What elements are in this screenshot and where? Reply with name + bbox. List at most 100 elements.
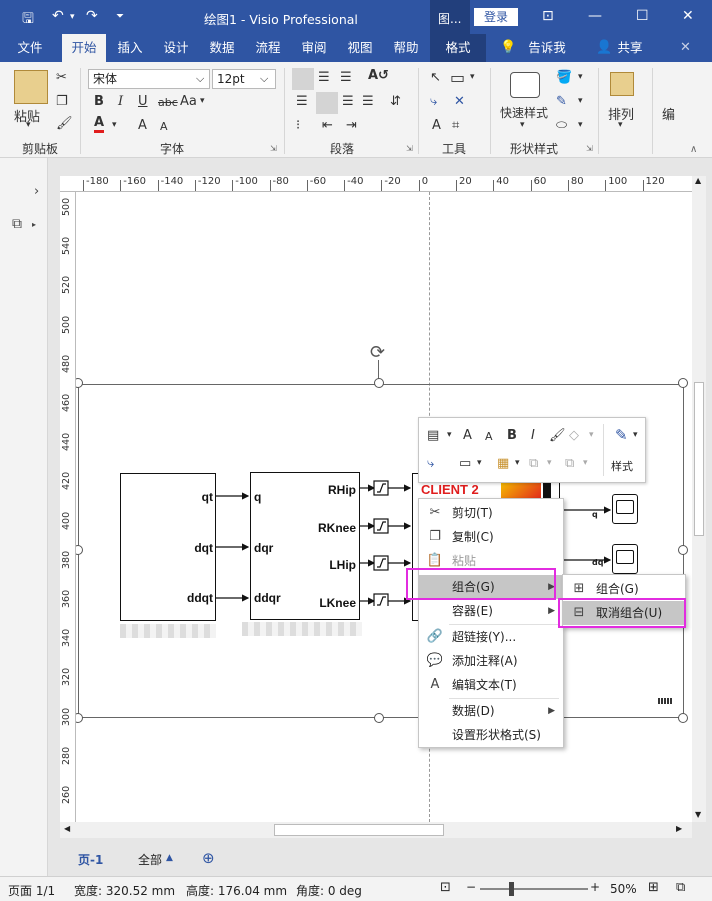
customize-quick-access-icon[interactable]: ⏷ — [116, 11, 124, 22]
controller-block[interactable]: q dqr ddqr RHip RKnee LHip LKnee — [250, 472, 360, 620]
font-name-dropdown-icon[interactable]: ⌵ — [196, 72, 204, 86]
presentation-mode-icon[interactable]: ⊡ — [440, 880, 451, 895]
text-block-dropdown-icon[interactable]: ▾ — [447, 430, 452, 440]
align-center-icon[interactable] — [316, 92, 338, 114]
horizontal-scrollbar[interactable]: ◀ ▶ — [60, 822, 692, 838]
quick-styles-dropdown-icon[interactable]: ▾ — [520, 120, 525, 130]
shapes-expand-icon[interactable]: ▸ — [32, 220, 36, 229]
font-size-dropdown-icon[interactable]: ⌵ — [260, 72, 268, 86]
crop-tool-icon[interactable]: ⌗ — [452, 118, 459, 133]
paragraph-dialog-launcher-icon[interactable]: ⇲ — [406, 144, 413, 153]
fill-icon[interactable]: 🪣 — [556, 70, 572, 85]
vertical-scrollbar[interactable]: ▲ ▼ — [692, 176, 706, 822]
italic-icon[interactable]: I — [531, 428, 535, 443]
resize-handle-br[interactable] — [678, 713, 688, 723]
all-pages-button[interactable]: 全部 — [138, 851, 162, 868]
strikethrough-button[interactable]: abc — [158, 96, 178, 109]
font-color-button[interactable]: A — [94, 116, 105, 133]
change-case-button[interactable]: Aa — [180, 94, 197, 109]
copy-icon[interactable]: ❐ — [56, 94, 68, 109]
shape-styles-dialog-launcher-icon[interactable]: ⇲ — [586, 144, 593, 153]
ribbon-display-options-icon[interactable]: ⊡ — [542, 8, 554, 24]
text-direction-icon[interactable]: A↺ — [368, 68, 389, 83]
position-dropdown-icon[interactable]: ▾ — [515, 458, 520, 468]
tab-view[interactable]: 视图 — [338, 34, 382, 62]
resize-handle-tr[interactable] — [678, 378, 688, 388]
redo-icon[interactable]: ↷ — [86, 8, 98, 24]
all-pages-dropdown-icon[interactable]: ▲ — [166, 853, 173, 863]
add-page-icon[interactable]: ⊕ — [202, 849, 215, 867]
cut-icon[interactable]: ✂ — [56, 70, 67, 85]
context-menu-item[interactable]: 设置形状格式(S) — [419, 723, 563, 747]
switch-windows-icon[interactable]: ⧉ — [676, 880, 685, 895]
font-dialog-launcher-icon[interactable]: ⇲ — [270, 144, 277, 153]
grow-font-button[interactable]: A — [138, 118, 147, 133]
quick-styles-button[interactable]: 快速样式 — [500, 104, 548, 121]
resize-handle-mr[interactable] — [678, 545, 688, 555]
resize-handle-tc[interactable] — [374, 378, 384, 388]
grow-font-icon[interactable]: A — [463, 428, 472, 443]
align-top-icon[interactable] — [292, 68, 314, 90]
context-menu-item[interactable]: 容器(E) ▶ — [419, 599, 563, 623]
resize-handle-bc[interactable] — [374, 713, 384, 723]
connection-point-icon[interactable]: ✕ — [454, 94, 465, 109]
zoom-out-icon[interactable]: − — [466, 880, 476, 894]
context-menu-item[interactable]: ❐ 复制(C) — [419, 525, 563, 549]
align-bottom-icon[interactable]: ☰ — [340, 70, 352, 85]
share-button[interactable]: 共享 — [612, 34, 648, 62]
underline-button[interactable]: U — [138, 94, 148, 109]
status-page[interactable]: 页面 1/1 — [8, 882, 55, 899]
tab-format[interactable]: 格式 — [430, 34, 486, 62]
tab-review[interactable]: 审阅 — [292, 34, 336, 62]
decrease-indent-icon[interactable]: ⇤ — [322, 118, 333, 133]
font-color-dropdown-icon[interactable]: ▾ — [112, 120, 117, 130]
tab-data[interactable]: 数据 — [200, 34, 244, 62]
zoom-level[interactable]: 50% — [610, 882, 637, 896]
italic-button[interactable]: I — [118, 94, 123, 109]
scope-block[interactable] — [612, 494, 638, 524]
expand-pane-icon[interactable]: › — [34, 184, 39, 199]
tab-design[interactable]: 设计 — [154, 34, 198, 62]
resize-handle-bl[interactable] — [76, 713, 83, 723]
tab-file[interactable]: 文件 — [8, 34, 52, 62]
format-painter-icon[interactable]: 🖌 — [549, 428, 566, 443]
close-icon[interactable]: ✕ — [682, 8, 694, 24]
line-icon[interactable]: ✎ — [556, 94, 567, 109]
horizontal-scroll-thumb[interactable] — [274, 824, 444, 836]
rectangle-tool-icon[interactable]: ▭ — [450, 68, 465, 87]
tab-help[interactable]: 帮助 — [384, 34, 428, 62]
styles-icon[interactable]: ✎ — [615, 426, 628, 444]
arrange-icon[interactable] — [610, 72, 634, 96]
context-menu-item[interactable]: A 编辑文本(T) — [419, 673, 563, 697]
context-menu-item[interactable]: 💬 添加注释(A) — [419, 649, 563, 673]
source-block[interactable]: qt dqt ddqt — [120, 473, 216, 621]
page-tab-1[interactable]: 页-1 — [78, 851, 103, 868]
connector-tool-icon[interactable]: ⤷ — [430, 94, 437, 109]
bullets-icon[interactable]: ⁝ — [296, 118, 300, 133]
zoom-slider-track[interactable] — [480, 888, 588, 890]
scroll-left-icon[interactable]: ◀ — [64, 824, 70, 833]
tab-home[interactable]: 开始 — [62, 34, 106, 62]
styles-button[interactable]: 样式 — [611, 458, 633, 474]
align-middle-icon[interactable]: ☰ — [318, 70, 330, 85]
scope-block[interactable] — [612, 544, 638, 574]
context-menu-item[interactable]: ✂ 剪切(T) — [419, 501, 563, 525]
quick-styles-icon[interactable] — [510, 72, 540, 98]
format-painter-icon[interactable]: 🖌 — [56, 116, 73, 131]
scroll-up-icon[interactable]: ▲ — [695, 176, 701, 185]
close-ribbon-icon[interactable]: ✕ — [680, 40, 691, 55]
context-menu-item[interactable]: 🔗 超链接(Y)... — [419, 624, 563, 649]
text-tool-icon[interactable]: A — [432, 118, 441, 133]
align-left-icon[interactable]: ☰ — [296, 94, 308, 109]
context-menu-item[interactable]: 数据(D) ▶ — [419, 698, 563, 723]
spacing-icon[interactable]: ⇵ — [390, 94, 401, 109]
tab-process[interactable]: 流程 — [246, 34, 290, 62]
maximize-icon[interactable]: ☐ — [636, 8, 649, 24]
text-block-icon[interactable]: ▤ — [427, 428, 439, 443]
undo-dropdown-icon[interactable]: ▾ — [70, 12, 75, 22]
tab-insert[interactable]: 插入 — [108, 34, 152, 62]
pointer-tool-icon[interactable]: ↖ — [430, 70, 441, 85]
change-case-dropdown-icon[interactable]: ▾ — [200, 96, 205, 106]
save-icon[interactable]: 🖫 — [22, 8, 34, 32]
shape-tool-dropdown-icon[interactable]: ▾ — [470, 72, 475, 82]
